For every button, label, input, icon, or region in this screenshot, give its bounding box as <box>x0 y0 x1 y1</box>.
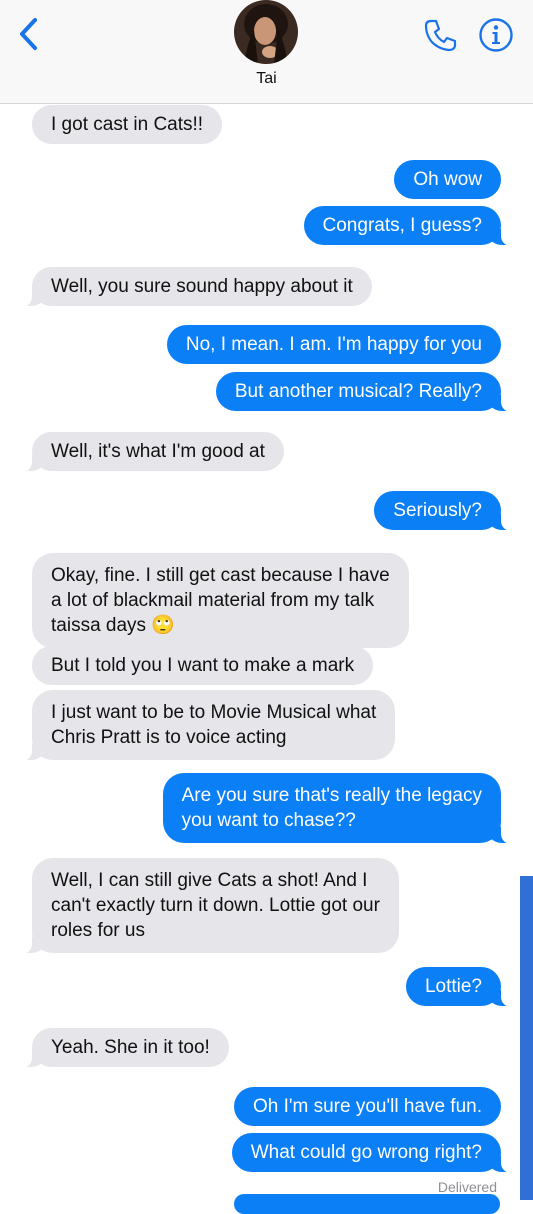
message-text: But another musical? Really? <box>234 381 482 402</box>
message-line: Are you sure that's really the legacy <box>181 785 482 806</box>
message-outgoing[interactable]: Congrats, I guess? <box>303 206 513 246</box>
contact-name[interactable]: Tai <box>0 70 533 88</box>
message-line: Chris Pratt is to voice acting <box>51 727 287 748</box>
avatar[interactable] <box>234 0 298 64</box>
message-incoming[interactable]: Yeah. She in it too! <box>21 1028 229 1068</box>
message-line: taissa days 🙄 <box>51 615 175 636</box>
contact-photo <box>234 0 298 64</box>
message-line: roles for us <box>51 920 145 941</box>
message-thread: I got cast in Cats!! Oh wow Congrats, I … <box>0 0 533 1214</box>
message-text: Well, you sure sound happy about it <box>51 276 353 297</box>
message-text: But I told you I want to make a mark <box>51 655 355 676</box>
message-outgoing[interactable]: What could go wrong right? <box>231 1133 513 1173</box>
message-outgoing[interactable]: Oh I'm sure you'll have fun. <box>233 1087 501 1126</box>
phone-icon <box>424 19 457 52</box>
message-line: Well, I can still give Cats a shot! And … <box>51 870 368 891</box>
message-line: I just want to be to Movie Musical what <box>51 702 377 723</box>
message-incoming[interactable]: Well, it's what I'm good at <box>21 432 284 472</box>
scroll-indicator[interactable] <box>520 876 533 1200</box>
message-incoming[interactable]: Well, you sure sound happy about it <box>21 267 372 307</box>
message-text: I got cast in Cats!! <box>51 114 204 135</box>
message-text: Oh wow <box>413 169 482 190</box>
message-text: Lottie? <box>424 976 482 997</box>
conversation-header: Tai <box>0 0 533 104</box>
call-button[interactable] <box>422 16 460 54</box>
message-incoming[interactable]: I got cast in Cats!! <box>32 105 223 144</box>
message-line: Okay, fine. I still get cast because I h… <box>51 565 390 586</box>
message-incoming[interactable]: Well, I can still give Cats a shot! And … <box>21 858 399 954</box>
message-outgoing[interactable]: Seriously? <box>374 491 512 531</box>
message-outgoing[interactable]: Are you sure that's really the legacy yo… <box>162 773 513 844</box>
message-line: you want to chase?? <box>181 810 356 831</box>
message-outgoing-partial <box>234 1194 500 1214</box>
delivered-status: Delivered <box>437 1179 497 1195</box>
message-text: Well, it's what I'm good at <box>51 441 265 462</box>
message-text: Oh I'm sure you'll have fun. <box>252 1096 482 1117</box>
chevron-left-icon <box>20 18 37 50</box>
message-incoming[interactable]: I just want to be to Movie Musical what … <box>20 690 396 761</box>
message-text: No, I mean. I am. I'm happy for you <box>185 334 482 355</box>
message-incoming[interactable]: Okay, fine. I still get cast because I h… <box>32 553 409 648</box>
info-icon <box>479 18 513 52</box>
back-button[interactable] <box>12 12 52 56</box>
message-outgoing[interactable]: No, I mean. I am. I'm happy for you <box>166 325 501 364</box>
message-text: What could go wrong right? <box>250 1142 482 1163</box>
message-outgoing[interactable]: But another musical? Really? <box>215 372 513 412</box>
info-button[interactable] <box>478 17 514 53</box>
message-outgoing[interactable]: Oh wow <box>394 160 501 199</box>
message-text: Yeah. She in it too! <box>51 1037 210 1058</box>
message-line: a lot of blackmail material from my talk <box>51 590 375 611</box>
message-text: Congrats, I guess? <box>322 215 482 236</box>
message-text: Seriously? <box>393 500 482 521</box>
message-incoming[interactable]: But I told you I want to make a mark <box>32 646 374 685</box>
message-outgoing[interactable]: Lottie? <box>405 967 513 1007</box>
message-line: can't exactly turn it down. Lottie got o… <box>51 895 380 916</box>
